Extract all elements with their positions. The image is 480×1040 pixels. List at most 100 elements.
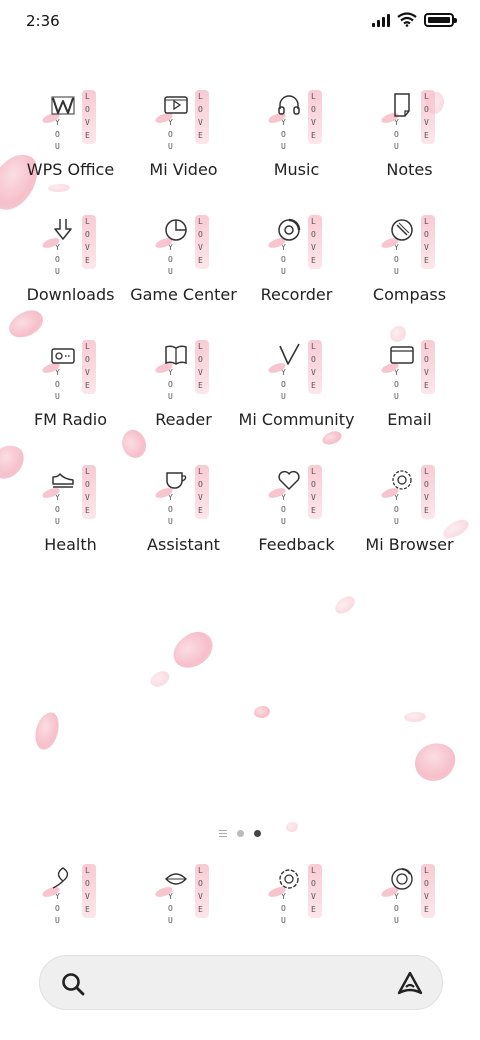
- page-list-icon[interactable]: [219, 830, 227, 837]
- love-letter: E: [198, 256, 203, 265]
- app-label: Recorder: [260, 285, 333, 304]
- petal-decoration: [331, 593, 359, 617]
- app-icon-tile[interactable]: LOVEYOU: [153, 862, 213, 925]
- app-icon-tile[interactable]: LOVEYOU: [153, 463, 213, 526]
- you-letter: O: [394, 505, 399, 514]
- app-label: Email: [387, 410, 432, 429]
- app-icon-tile[interactable]: LOVEYOU: [266, 862, 326, 925]
- app-label: Game Center: [130, 285, 237, 304]
- app-icon-tile[interactable]: LOVEYOU: [379, 862, 439, 925]
- love-letter: E: [85, 905, 90, 914]
- app-recorder[interactable]: L O V E Y O U Recorder: [240, 213, 353, 338]
- dock-app-chat-bubble-leaf[interactable]: LOVEYOU: [127, 862, 240, 932]
- app-icon-tile[interactable]: LOVEYOU: [153, 213, 213, 276]
- love-letter: E: [424, 256, 429, 265]
- app-icon-tile[interactable]: LOVEYOU: [40, 463, 100, 526]
- love-letter: E: [311, 256, 316, 265]
- search-bar[interactable]: [39, 955, 443, 1010]
- love-letter: V: [85, 493, 90, 502]
- dock: LOVEYOU LOVEYOU LOVEYOU LOVEYOU: [14, 862, 466, 932]
- assistant-triangle-icon[interactable]: [396, 970, 424, 998]
- app-radio[interactable]: L O V E Y O U FM Radio: [14, 338, 127, 463]
- love-letter: O: [311, 230, 316, 239]
- app-wps-office[interactable]: L O V E Y O U WPS Office: [14, 88, 127, 213]
- app-notes[interactable]: L O V E Y O U Notes: [353, 88, 466, 213]
- app-pie-chart[interactable]: L O V E Y O U Game Center: [127, 213, 240, 338]
- love-letter: O: [424, 230, 429, 239]
- app-icon-tile[interactable]: LOVEYOU: [379, 463, 439, 526]
- app-download-arrow[interactable]: L O V E Y O U Downloads: [14, 213, 127, 338]
- you-letter: O: [394, 130, 399, 139]
- app-video-player[interactable]: L O V E Y O U Mi Video: [127, 88, 240, 213]
- recorder-icon: [276, 217, 302, 243]
- app-icon-tile[interactable]: LOVEYOU: [40, 88, 100, 151]
- app-envelope[interactable]: L O V E Y O U Email: [353, 338, 466, 463]
- love-letter: V: [424, 118, 429, 127]
- page-indicator[interactable]: [0, 830, 480, 837]
- app-check-mark[interactable]: L O V E Y O U Mi Community: [239, 338, 354, 463]
- you-letter: U: [281, 517, 286, 526]
- dock-app-leaf[interactable]: LOVEYOU: [14, 862, 127, 932]
- love-letter: L: [311, 92, 316, 101]
- love-letter: E: [198, 381, 203, 390]
- wps-office-icon: [50, 92, 76, 118]
- app-icon-tile[interactable]: LOVEYOU: [379, 88, 439, 151]
- app-icon-tile[interactable]: LOVEYOU: [379, 338, 439, 401]
- dock-app-flower[interactable]: LOVEYOU: [240, 862, 353, 932]
- app-label: Downloads: [26, 285, 115, 304]
- app-sneaker[interactable]: L O V E Y O U Health: [14, 463, 127, 588]
- love-letter: E: [424, 131, 429, 140]
- cup-icon: [163, 467, 189, 493]
- app-icon-tile[interactable]: LOVEYOU: [40, 862, 100, 925]
- app-icon-tile[interactable]: LOVEYOU: [153, 88, 213, 151]
- app-icon-tile[interactable]: LOVEYOU: [266, 213, 326, 276]
- love-letter: O: [198, 230, 203, 239]
- you-letter: U: [168, 267, 173, 276]
- love-letter: E: [311, 131, 316, 140]
- you-letter: U: [394, 142, 399, 151]
- app-heart[interactable]: L O V E Y O U Feedback: [240, 463, 353, 588]
- status-bar: 2:36: [0, 0, 480, 44]
- love-letter: L: [311, 342, 316, 351]
- love-letter: E: [198, 905, 203, 914]
- you-letter: O: [55, 904, 60, 913]
- app-label: FM Radio: [33, 410, 108, 429]
- love-letter: L: [85, 467, 90, 476]
- cellular-signal-icon: [372, 13, 390, 27]
- love-letter: O: [198, 105, 203, 114]
- petal-decoration: [167, 626, 219, 674]
- app-icon-tile[interactable]: LOVEYOU: [40, 213, 100, 276]
- app-headphones[interactable]: L O V E Y O U Music: [240, 88, 353, 213]
- app-icon-tile[interactable]: LOVEYOU: [266, 463, 326, 526]
- app-row: L O V E Y O U WPS Office L O V E Y O U Mi Video L O V E Y O U M…: [14, 88, 466, 213]
- you-letter: U: [55, 392, 60, 401]
- app-grid: L O V E Y O U WPS Office L O V E Y O U Mi Video L O V E Y O U M…: [14, 88, 466, 588]
- app-icon-tile[interactable]: LOVEYOU: [40, 338, 100, 401]
- app-compass[interactable]: L O V E Y O U Compass: [353, 213, 466, 338]
- love-letter: L: [311, 467, 316, 476]
- app-flower-outline[interactable]: L O V E Y O U Mi Browser: [353, 463, 466, 588]
- you-letter: O: [281, 130, 286, 139]
- check-mark-icon: [276, 342, 302, 368]
- app-label: Music: [273, 160, 320, 179]
- app-open-book[interactable]: L O V E Y O U Reader: [127, 338, 240, 463]
- app-label: Mi Community: [238, 410, 355, 429]
- you-letter: O: [168, 505, 173, 514]
- love-letter: E: [424, 506, 429, 515]
- app-cup[interactable]: L O V E Y O U Assistant: [127, 463, 240, 588]
- headphones-icon: [276, 92, 302, 118]
- you-letter: U: [168, 392, 173, 401]
- page-dot-2[interactable]: [254, 830, 261, 837]
- page-dot-1[interactable]: [237, 830, 244, 837]
- love-letter: O: [198, 355, 203, 364]
- app-icon-tile[interactable]: LOVEYOU: [266, 338, 326, 401]
- app-icon-tile[interactable]: LOVEYOU: [379, 213, 439, 276]
- you-letter: O: [281, 904, 286, 913]
- open-book-icon: [163, 342, 189, 368]
- app-icon-tile[interactable]: LOVEYOU: [266, 88, 326, 151]
- search-icon[interactable]: [60, 971, 86, 997]
- love-letter: V: [424, 892, 429, 901]
- dock-app-camera-lens[interactable]: LOVEYOU: [353, 862, 466, 932]
- you-letter: U: [281, 142, 286, 151]
- app-icon-tile[interactable]: LOVEYOU: [153, 338, 213, 401]
